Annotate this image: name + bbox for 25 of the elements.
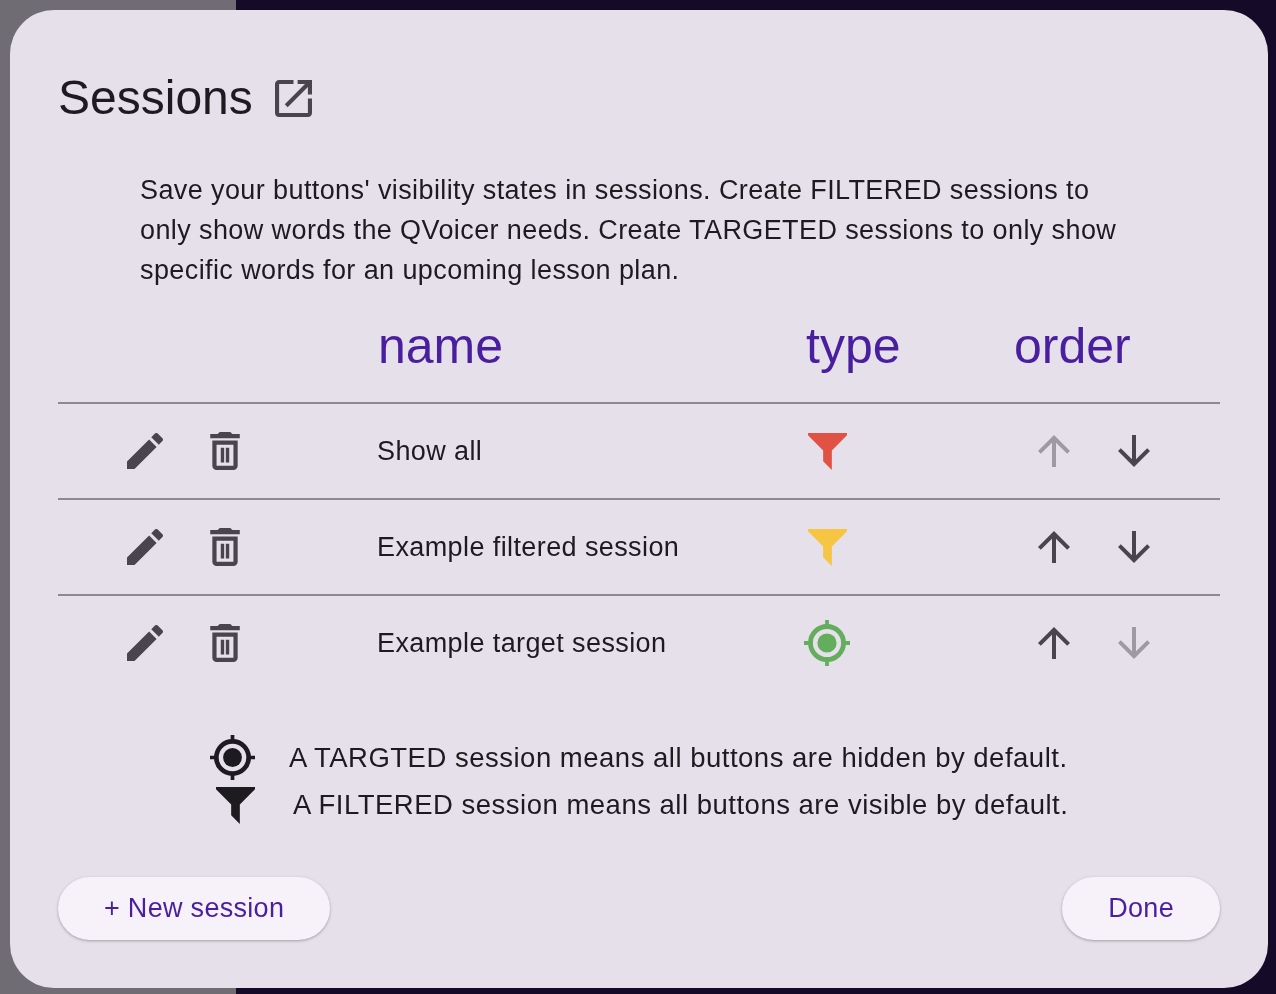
arrow-down-icon[interactable] [1118, 435, 1150, 467]
done-button[interactable]: Done [1062, 877, 1220, 940]
session-name: Show all [377, 435, 484, 467]
column-header: order [1014, 317, 1131, 375]
arrow-up-icon[interactable] [1038, 627, 1070, 659]
pencil-icon[interactable] [127, 625, 163, 661]
arrow-up-icon[interactable] [1038, 531, 1070, 563]
column-header: type [806, 317, 902, 375]
trash-icon[interactable] [210, 528, 240, 566]
trash-icon[interactable] [210, 432, 240, 470]
funnel-icon [216, 786, 255, 824]
trash-icon[interactable] [210, 624, 240, 662]
arrow-down-icon[interactable] [1118, 531, 1150, 563]
open-in-new-icon[interactable] [274, 79, 312, 117]
pencil-icon[interactable] [127, 433, 163, 469]
session-name: Example filtered session [377, 531, 681, 563]
pencil-icon[interactable] [127, 529, 163, 565]
legend-text: A FILTERED session means all buttons are visible by default. [293, 789, 1069, 821]
legend-text: A TARGTED session means all buttons are hidden by default. [289, 741, 1068, 774]
description-text: Save your buttons' visibility states in sessions. Create FILTERED sessions to only show words the QVoicer needs. Create TARGETED sessions to only show specific words for an upcoming lesson plan. [140, 174, 1118, 287]
session-name: Example target session [377, 627, 668, 659]
new-session-button[interactable]: + New session [58, 877, 331, 940]
dialog-title: Sessions [58, 70, 253, 126]
column-header: name [378, 317, 505, 375]
crosshair-icon [210, 735, 255, 780]
